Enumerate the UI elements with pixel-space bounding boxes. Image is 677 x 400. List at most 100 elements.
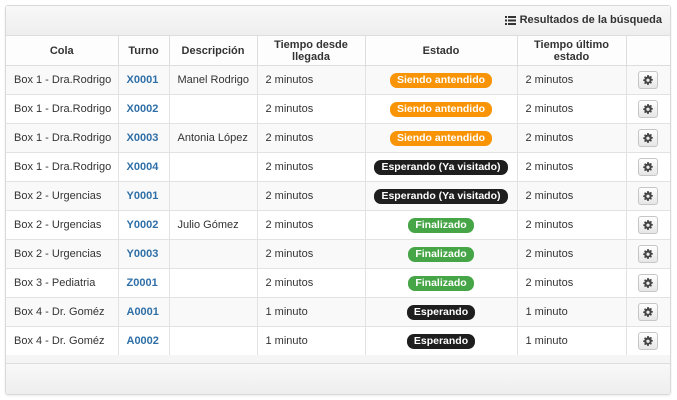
cell-actions <box>626 297 670 327</box>
status-badge: Siendo antendido <box>389 72 493 88</box>
cell-tiempo-llegada: 2 minutos <box>257 268 366 298</box>
cell-turno[interactable]: Y0001 <box>118 181 170 211</box>
status-badge: Esperando <box>406 333 476 349</box>
cell-tiempo-estado: 2 minutos <box>517 210 627 240</box>
cell-tiempo-llegada: 2 minutos <box>257 239 366 269</box>
cell-tiempo-estado: 2 minutos <box>517 239 627 269</box>
row-settings-button[interactable] <box>638 332 659 350</box>
cell-cola: Box 1 - Dra.Rodrigo <box>6 152 119 182</box>
table-row[interactable]: Box 4 - Dr. Goméz A0002 1 minuto Esperando 1… <box>6 326 670 355</box>
col-header-actions <box>626 36 670 66</box>
cell-cola: Box 1 - Dra.Rodrigo <box>6 94 119 124</box>
table-header-row: Cola Turno Descripción Tiempo desde lleg… <box>6 36 670 66</box>
table-row[interactable]: Box 2 - Urgencias Y0002 Julio Gómez 2 minut… <box>6 210 670 240</box>
cell-cola: Box 2 - Urgencias <box>6 210 119 240</box>
row-settings-button[interactable] <box>638 129 659 147</box>
status-badge: Finalizado <box>408 217 474 233</box>
table-row[interactable]: Box 3 - Pediatria Z0001 2 minutos Finalizad… <box>6 268 670 298</box>
cell-descripcion <box>169 326 258 355</box>
cell-turno[interactable]: Y0003 <box>118 239 170 269</box>
cell-cola: Box 2 - Urgencias <box>6 181 119 211</box>
cell-actions <box>626 65 670 95</box>
cell-estado: Finalizado <box>365 268 518 298</box>
table-row[interactable]: Box 2 - Urgencias Y0003 2 minutos Finalizad… <box>6 239 670 269</box>
col-header-estado[interactable]: Estado <box>365 36 518 66</box>
cell-tiempo-estado: 2 minutos <box>517 94 627 124</box>
cell-tiempo-llegada: 2 minutos <box>257 210 366 240</box>
row-settings-button[interactable] <box>638 158 659 176</box>
panel-footer <box>6 363 670 394</box>
cell-tiempo-llegada: 2 minutos <box>257 65 366 95</box>
cell-turno[interactable]: Y0002 <box>118 210 170 240</box>
cell-actions <box>626 210 670 240</box>
cell-actions <box>626 268 670 298</box>
cell-tiempo-estado: 2 minutos <box>517 123 627 153</box>
gear-icon <box>643 220 654 230</box>
cell-descripcion: Julio Gómez <box>169 210 258 240</box>
table-row[interactable]: Box 2 - Urgencias Y0001 2 minutos Esperando… <box>6 181 670 211</box>
cell-actions <box>626 152 670 182</box>
cell-turno[interactable]: X0004 <box>118 152 170 182</box>
cell-tiempo-llegada: 2 minutos <box>257 152 366 182</box>
cell-tiempo-llegada: 2 minutos <box>257 123 366 153</box>
cell-descripcion <box>169 94 258 124</box>
cell-turno[interactable]: X0003 <box>118 123 170 153</box>
gear-icon <box>643 191 654 201</box>
gear-icon <box>643 75 654 85</box>
cell-tiempo-llegada: 1 minuto <box>257 297 366 327</box>
table-row[interactable]: Box 4 - Dr. Goméz A0001 1 minuto Esperando 1… <box>6 297 670 327</box>
cell-estado: Siendo antendido <box>365 123 518 153</box>
gear-icon <box>643 162 654 172</box>
table-row[interactable]: Box 1 - Dra.Rodrigo X0004 2 minutos Esperan… <box>6 152 670 182</box>
row-settings-button[interactable] <box>638 303 659 321</box>
cell-descripcion <box>169 181 258 211</box>
cell-actions <box>626 326 670 355</box>
status-badge: Esperando (Ya visitado) <box>374 188 508 204</box>
panel-title: Resultados de la búsqueda <box>504 14 662 26</box>
cell-descripcion: Antonia López <box>169 123 258 153</box>
cell-descripcion <box>169 239 258 269</box>
panel-title-text: Resultados de la búsqueda <box>519 14 662 26</box>
table-row[interactable]: Box 1 - Dra.Rodrigo X0001 Manel Rodrigo 2 m… <box>6 65 670 95</box>
cell-actions <box>626 123 670 153</box>
row-settings-button[interactable] <box>638 100 659 118</box>
cell-estado: Esperando <box>365 326 518 355</box>
panel-header: Resultados de la búsqueda <box>6 6 670 36</box>
col-header-tiempo-llegada[interactable]: Tiempo desde llegada <box>257 36 366 66</box>
results-panel: Resultados de la búsqueda Cola Turno Des… <box>5 5 671 395</box>
cell-turno[interactable]: A0002 <box>118 326 170 355</box>
cell-tiempo-estado: 2 minutos <box>517 65 627 95</box>
cell-cola: Box 3 - Pediatria <box>6 268 119 298</box>
cell-turno[interactable]: Z0001 <box>118 268 170 298</box>
cell-descripcion <box>169 152 258 182</box>
table-row[interactable]: Box 1 - Dra.Rodrigo X0002 2 minutos Siendo … <box>6 94 670 124</box>
row-settings-button[interactable] <box>638 245 659 263</box>
cell-descripcion <box>169 297 258 327</box>
cell-estado: Siendo antendido <box>365 94 518 124</box>
status-badge: Esperando (Ya visitado) <box>374 159 508 175</box>
col-header-cola[interactable]: Cola <box>6 36 119 66</box>
cell-turno[interactable]: A0001 <box>118 297 170 327</box>
col-header-turno[interactable]: Turno <box>118 36 170 66</box>
table-row[interactable]: Box 1 - Dra.Rodrigo X0003 Antonia López 2 m… <box>6 123 670 153</box>
col-header-tiempo-estado[interactable]: Tiempo último estado <box>517 36 627 66</box>
cell-tiempo-estado: 2 minutos <box>517 181 627 211</box>
col-header-descripcion[interactable]: Descripción <box>169 36 258 66</box>
status-badge: Finalizado <box>408 246 474 262</box>
list-icon <box>504 15 516 25</box>
cell-cola: Box 1 - Dra.Rodrigo <box>6 65 119 95</box>
queue-table: Cola Turno Descripción Tiempo desde lleg… <box>6 36 670 355</box>
cell-tiempo-estado: 1 minuto <box>517 297 627 327</box>
status-badge: Finalizado <box>408 275 474 291</box>
row-settings-button[interactable] <box>638 274 659 292</box>
row-settings-button[interactable] <box>638 216 659 234</box>
cell-tiempo-estado: 1 minuto <box>517 326 627 355</box>
cell-actions <box>626 181 670 211</box>
cell-cola: Box 1 - Dra.Rodrigo <box>6 123 119 153</box>
cell-estado: Siendo antendido <box>365 65 518 95</box>
cell-tiempo-llegada: 1 minuto <box>257 326 366 355</box>
row-settings-button[interactable] <box>638 71 659 89</box>
cell-turno[interactable]: X0002 <box>118 94 170 124</box>
row-settings-button[interactable] <box>638 187 659 205</box>
cell-turno[interactable]: X0001 <box>118 65 170 95</box>
